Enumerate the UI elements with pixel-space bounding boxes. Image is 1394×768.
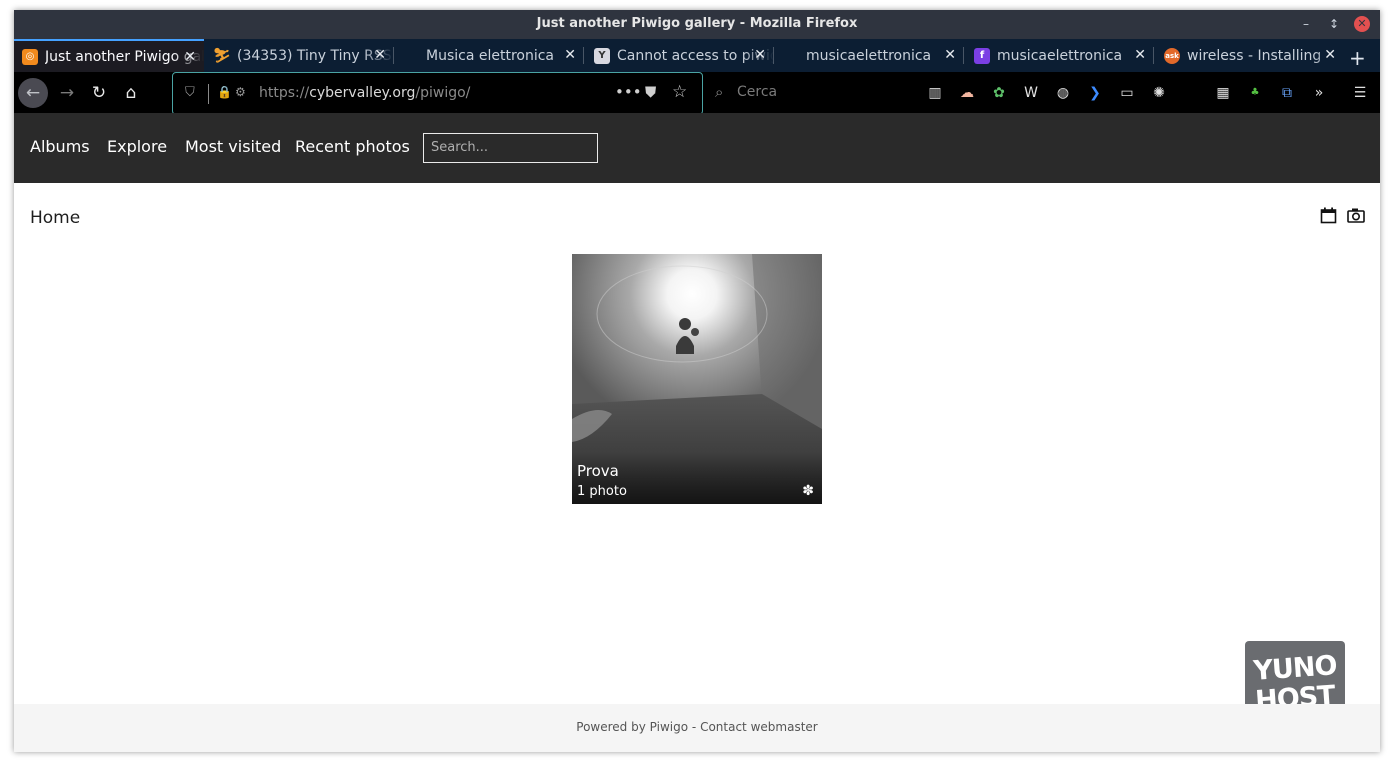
quick-search-input[interactable]: Search... (423, 133, 598, 163)
close-tab-icon[interactable]: ✕ (184, 49, 196, 65)
forward-button[interactable]: → (52, 78, 82, 108)
url-text[interactable]: https://cybervalley.org/piwigo/ (259, 85, 470, 101)
recent-asterisk-icon: ✽ (802, 483, 814, 499)
tab-label: musicaelettronica (806, 47, 932, 64)
back-button[interactable]: ← (18, 78, 48, 108)
tab-cannot-access[interactable]: Y Cannot access to piwigo ✕ (586, 39, 774, 72)
web-search-box[interactable]: ⌕ Cerca (709, 76, 909, 110)
extension-leaf-icon[interactable]: ♣ (1246, 84, 1264, 102)
tracking-protection-shield-icon[interactable]: ⛉ (185, 85, 195, 100)
yunohost-forum-icon: Y (594, 47, 610, 64)
url-path: /piwigo/ (415, 85, 471, 101)
tab-musica-elettronica[interactable]: Musica elettronica ✕ (396, 39, 584, 72)
tab-strip: ◎ Just another Piwigo gallery ✕ ⛷ (34353… (14, 39, 1380, 72)
tab-ttrss[interactable]: ⛷ (34353) Tiny Tiny RSS ✕ (206, 39, 394, 72)
lock-icon[interactable]: 🔒 (217, 85, 232, 99)
pocket-icon[interactable]: ⛊ (645, 83, 656, 101)
extension-flower-icon[interactable]: ✿ (990, 84, 1008, 102)
tab-separator (963, 47, 964, 64)
close-tab-icon[interactable]: ✕ (944, 47, 956, 63)
bookmark-star-icon[interactable]: ☆ (672, 82, 687, 102)
new-tab-button[interactable]: + (1349, 46, 1366, 70)
footer-piwigo-link[interactable]: Piwigo (650, 720, 688, 734)
minimize-button[interactable]: – (1298, 16, 1314, 32)
window-titlebar: Just another Piwigo gallery - Mozilla Fi… (14, 10, 1380, 39)
home-button[interactable]: ⌂ (116, 78, 146, 108)
menu-explore[interactable]: Explore (107, 137, 167, 156)
extension-cat-icon[interactable]: ☁ (958, 84, 976, 102)
breadcrumb-home[interactable]: Home (30, 208, 80, 228)
album-photo-count: 1 photo (577, 484, 627, 499)
tab-label: musicaelettronica (997, 47, 1123, 64)
album-thumbnail[interactable]: Prova 1 photo ✽ (572, 254, 822, 504)
tab-separator (1153, 47, 1154, 64)
text-cursor (208, 84, 209, 104)
extension-grid-icon[interactable]: ▦ (1214, 84, 1232, 102)
extension-globe-icon[interactable]: ◍ (1054, 84, 1072, 102)
window-title: Just another Piwigo gallery - Mozilla Fi… (536, 16, 858, 31)
camera-icon[interactable] (1347, 207, 1365, 224)
menu-most-visited[interactable]: Most visited (185, 137, 281, 156)
site-header: Albums Explore Most visited Recent photo… (14, 113, 1380, 183)
close-tab-icon[interactable]: ✕ (1324, 47, 1336, 63)
close-tab-icon[interactable]: ✕ (374, 47, 386, 63)
url-domain: cybervalley.org (309, 85, 416, 101)
extension-feed-icon[interactable]: ❯ (1086, 84, 1104, 102)
reload-button[interactable]: ↻ (84, 78, 114, 108)
menu-recent-photos[interactable]: Recent photos (295, 137, 410, 156)
url-scheme: https:// (259, 85, 310, 101)
footer-powered-by: Powered by (576, 720, 646, 734)
extension-snowflake-icon[interactable]: ✺ (1150, 84, 1168, 102)
tab-separator (583, 47, 584, 64)
menu-albums[interactable]: Albums (30, 137, 90, 156)
piwigo-icon: ◎ (22, 48, 38, 65)
extension-translate-icon[interactable]: ⧉ (1278, 84, 1296, 102)
tab-separator (773, 47, 774, 64)
album-name[interactable]: Prova (577, 462, 619, 480)
footer-separator: - (691, 720, 697, 734)
close-tab-icon[interactable]: ✕ (564, 47, 576, 63)
tab-label: Cannot access to piwigo (617, 47, 774, 64)
tab-label: (34353) Tiny Tiny RSS (237, 47, 392, 64)
extension-w-icon[interactable]: W (1022, 84, 1040, 102)
extension-screen-icon[interactable]: ▭ (1118, 84, 1136, 102)
arrow-right-icon: → (59, 83, 75, 103)
tab-wireless-installing[interactable]: ask wireless - Installing ✕ (1156, 39, 1344, 72)
extension-bars-icon[interactable]: ▥ (926, 84, 944, 102)
search-placeholder: Cerca (737, 84, 778, 100)
close-tab-icon[interactable]: ✕ (1134, 47, 1146, 63)
tab-label: wireless - Installing (1187, 47, 1322, 64)
close-tab-icon[interactable]: ✕ (754, 47, 766, 63)
maximize-button[interactable]: ↕ (1326, 16, 1342, 32)
search-icon: ⌕ (715, 83, 724, 101)
navigation-toolbar: ← → ↻ ⌂ ⛉ 🔒 ⚙ https://cybervalley.org/pi… (14, 72, 1380, 115)
browser-window: Just another Piwigo gallery - Mozilla Fi… (14, 10, 1380, 752)
tab-separator (393, 47, 394, 64)
tab-musicaelettronica-facebook[interactable]: f musicaelettronica ✕ (966, 39, 1154, 72)
permissions-icon[interactable]: ⚙ (235, 85, 246, 99)
url-bar[interactable]: ⛉ 🔒 ⚙ https://cybervalley.org/piwigo/ ••… (172, 72, 703, 115)
askubuntu-icon: ask (1164, 47, 1180, 64)
tab-label: Musica elettronica (426, 47, 555, 64)
page-footer: Powered by Piwigo - Contact webmaster (14, 704, 1380, 752)
page-actions-icon[interactable]: ••• (615, 83, 642, 101)
arrow-left-icon: ← (25, 83, 41, 103)
tab-piwigo[interactable]: ◎ Just another Piwigo gallery ✕ (14, 39, 204, 72)
overflow-chevron-icon[interactable]: » (1310, 84, 1328, 102)
facebook-icon: f (974, 47, 990, 64)
tab-label: Just another Piwigo gallery (45, 48, 204, 65)
hamburger-menu-icon[interactable]: ☰ (1351, 84, 1369, 102)
ttrss-icon: ⛷ (213, 47, 231, 64)
footer-contact-link[interactable]: Contact webmaster (700, 720, 818, 734)
tab-musicaelettronica-1[interactable]: musicaelettronica ✕ (776, 39, 964, 72)
reload-icon: ↻ (91, 83, 107, 103)
close-window-button[interactable]: ✕ (1354, 16, 1370, 32)
home-icon: ⌂ (125, 83, 137, 103)
calendar-icon[interactable] (1320, 207, 1337, 224)
